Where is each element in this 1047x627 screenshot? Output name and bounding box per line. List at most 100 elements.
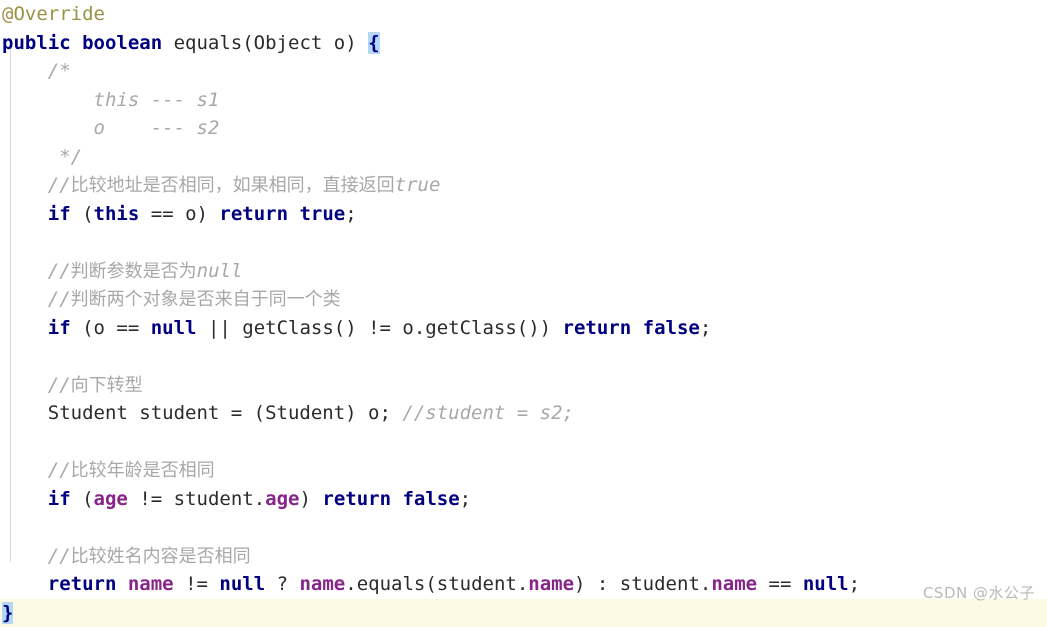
code-token-keyword: true	[299, 203, 345, 225]
code-token-keyword: return	[219, 203, 288, 225]
line-comment-downcast[interactable]: //向下转型	[0, 371, 1047, 400]
code-token-plain	[2, 431, 13, 453]
line-if-this-equals-o[interactable]: if (this == o) return true;	[0, 200, 1047, 229]
code-token-plain: ;	[700, 317, 711, 339]
code-token-comment: //	[2, 174, 71, 196]
code-token-plain: ?	[265, 573, 299, 595]
line-block-comment-close[interactable]: */	[0, 143, 1047, 172]
line-comment-param-null[interactable]: //判断参数是否为null	[0, 257, 1047, 286]
code-token-plain	[116, 573, 127, 595]
code-token-keyword: if	[48, 317, 71, 339]
code-token-plain	[2, 573, 48, 595]
line-annotation-override[interactable]: @Override	[0, 0, 1047, 29]
line-method-close-brace[interactable]: }	[0, 599, 1047, 627]
code-token-field-bold: age	[94, 488, 128, 510]
code-content-area[interactable]: @Override public boolean equals(Object o)…	[0, 0, 1047, 627]
line-return-name-ternary[interactable]: return name != null ? name.equals(studen…	[0, 570, 1047, 599]
code-token-comment-cjk: 判断参数是否为	[71, 261, 197, 282]
code-token-plain: (	[71, 203, 94, 225]
code-token-plain	[288, 203, 299, 225]
line-blank-3[interactable]	[0, 428, 1047, 457]
code-token-keyword: return	[48, 573, 117, 595]
line-comment-same-class[interactable]: //判断两个对象是否来自于同一个类	[0, 285, 1047, 314]
line-if-age-mismatch[interactable]: if (age != student.age) return false;	[0, 485, 1047, 514]
code-token-comment: //student = s2;	[402, 402, 574, 424]
code-token-plain: != student.	[128, 488, 265, 510]
code-token-plain	[2, 516, 13, 538]
code-token-plain: (	[71, 488, 94, 510]
code-token-plain: == o)	[139, 203, 219, 225]
code-token-keyword: return	[322, 488, 391, 510]
code-token-comment-cjk: 比较地址是否相同，如果相同，直接返回	[71, 175, 395, 196]
code-token-plain: )	[299, 488, 322, 510]
code-token-keyword: false	[402, 488, 459, 510]
line-method-signature[interactable]: public boolean equals(Object o) {	[0, 29, 1047, 58]
code-token-plain	[2, 203, 48, 225]
code-token-comment: */	[2, 146, 82, 168]
code-token-comment: o --- s2	[2, 117, 219, 139]
code-token-keyword: if	[48, 203, 71, 225]
line-comment-compare-address[interactable]: //比较地址是否相同，如果相同，直接返回true	[0, 171, 1047, 200]
code-token-field-bold: age	[265, 488, 299, 510]
code-token-comment: this --- s1	[2, 89, 219, 111]
code-token-plain	[391, 488, 402, 510]
code-token-plain: ;	[345, 203, 356, 225]
code-token-comment: null	[197, 260, 243, 282]
code-token-comment-cjk: 向下转型	[71, 375, 143, 396]
code-editor[interactable]: @Override public boolean equals(Object o)…	[0, 0, 1047, 611]
line-comment-compare-age[interactable]: //比较年龄是否相同	[0, 456, 1047, 485]
code-token-comment: //	[2, 260, 71, 282]
code-token-plain	[2, 317, 48, 339]
code-token-plain: !=	[174, 573, 220, 595]
code-token-keyword: return	[563, 317, 632, 339]
code-token-annotation: @Override	[2, 3, 105, 25]
line-block-comment-o[interactable]: o --- s2	[0, 114, 1047, 143]
line-block-comment-this[interactable]: this --- s1	[0, 86, 1047, 115]
code-token-comment-cjk: 比较年龄是否相同	[71, 460, 215, 481]
code-token-plain: || getClass() != o.getClass())	[197, 317, 563, 339]
code-token-plain: ) : student.	[574, 573, 711, 595]
code-token-keyword: null	[219, 573, 265, 595]
code-token-field-bold: name	[711, 573, 757, 595]
code-token-comment: //	[2, 545, 71, 567]
code-token-plain	[631, 317, 642, 339]
code-token-plain: (o ==	[71, 317, 151, 339]
code-token-plain: .equals(student.	[345, 573, 528, 595]
code-token-plain	[71, 32, 82, 54]
code-token-keyword: this	[94, 203, 140, 225]
code-token-field-bold: name	[528, 573, 574, 595]
code-token-field-bold: name	[128, 573, 174, 595]
code-token-keyword: public	[2, 32, 71, 54]
line-if-null-or-class-mismatch[interactable]: if (o == null || getClass() != o.getClas…	[0, 314, 1047, 343]
code-token-keyword: boolean	[82, 32, 162, 54]
code-token-plain	[2, 231, 13, 253]
code-token-field-bold: name	[299, 573, 345, 595]
code-token-brace-highlight: }	[2, 602, 13, 624]
code-token-keyword: if	[48, 488, 71, 510]
code-token-brace-highlight: {	[368, 32, 379, 54]
code-token-comment: true	[395, 174, 441, 196]
code-token-comment: //	[2, 459, 71, 481]
csdn-watermark: CSDN @水公子	[923, 582, 1035, 603]
code-token-comment-cjk: 判断两个对象是否来自于同一个类	[71, 289, 341, 310]
line-comment-compare-name[interactable]: //比较姓名内容是否相同	[0, 542, 1047, 571]
code-token-comment: //	[2, 288, 71, 310]
code-token-comment-cjk: 比较姓名内容是否相同	[71, 546, 251, 567]
code-token-plain: Student student = (Student) o;	[2, 402, 402, 424]
code-token-keyword: false	[643, 317, 700, 339]
code-token-plain: equals(Object o)	[162, 32, 368, 54]
code-token-keyword: null	[151, 317, 197, 339]
code-token-plain	[2, 345, 13, 367]
code-token-keyword: null	[803, 573, 849, 595]
code-token-comment: //	[2, 374, 71, 396]
code-token-comment: /*	[2, 60, 71, 82]
line-downcast-student[interactable]: Student student = (Student) o; //student…	[0, 399, 1047, 428]
line-blank-1[interactable]	[0, 228, 1047, 257]
code-token-plain: ==	[757, 573, 803, 595]
line-blank-2[interactable]	[0, 342, 1047, 371]
line-blank-4[interactable]	[0, 513, 1047, 542]
line-block-comment-open[interactable]: /*	[0, 57, 1047, 86]
code-token-plain	[2, 488, 48, 510]
code-token-plain: ;	[849, 573, 860, 595]
code-token-plain: ;	[460, 488, 471, 510]
